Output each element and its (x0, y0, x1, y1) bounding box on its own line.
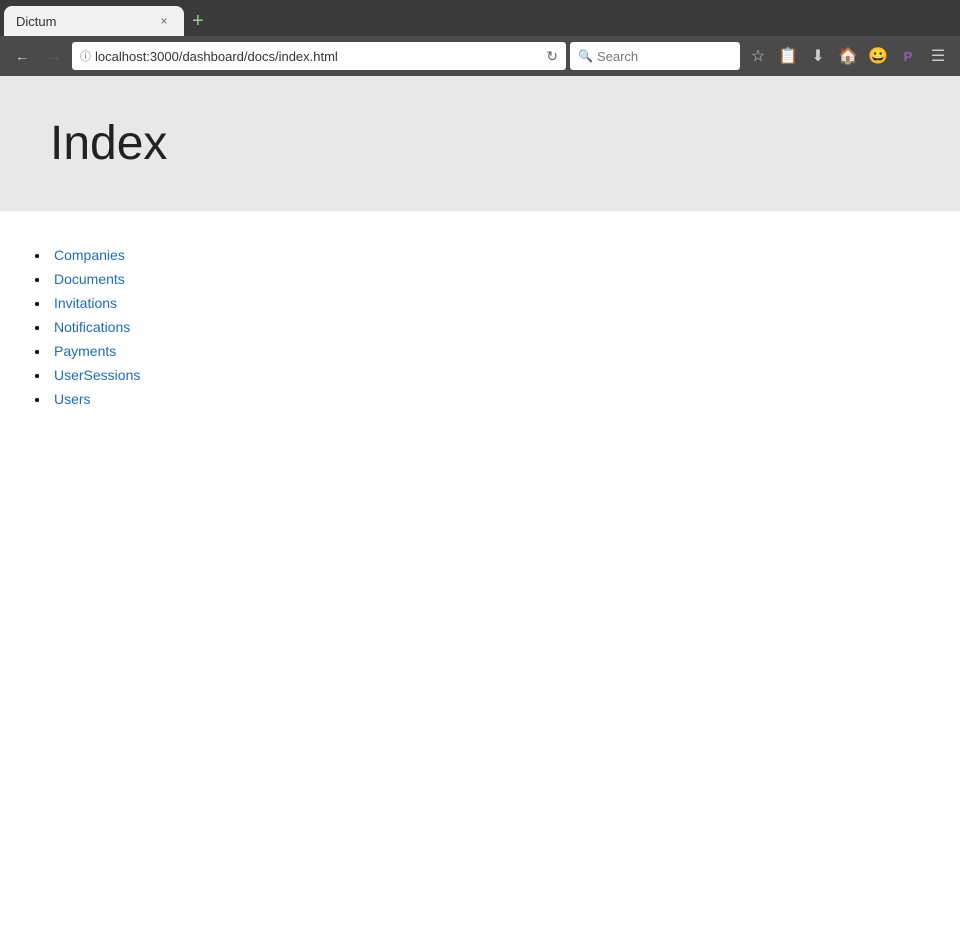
nav-link-documents[interactable]: Documents (54, 271, 125, 287)
hero-section: Index (0, 76, 960, 211)
toolbar-icons: ☆ 📋 ⬇ 🏠 😀 P ☰ (744, 42, 952, 70)
list-item: Companies (50, 247, 910, 265)
browser-chrome: Dictum × + ← → ⓘ ↻ 🔍 ☆ 📋 ⬇ 🏠 😀 P ☰ (0, 0, 960, 76)
search-input[interactable] (597, 49, 717, 64)
address-bar: ← → ⓘ ↻ 🔍 ☆ 📋 ⬇ 🏠 😀 P ☰ (0, 36, 960, 76)
nav-link-companies[interactable]: Companies (54, 247, 125, 263)
nav-link-invitations[interactable]: Invitations (54, 295, 117, 311)
back-button[interactable]: ← (8, 42, 36, 70)
download-icon[interactable]: ⬇ (804, 42, 832, 70)
list-item: Payments (50, 343, 910, 361)
menu-icon[interactable]: ☰ (924, 42, 952, 70)
list-item: UserSessions (50, 367, 910, 385)
bookmark-star-icon[interactable]: ☆ (744, 42, 772, 70)
search-box[interactable]: 🔍 (570, 42, 740, 70)
reload-icon[interactable]: ↻ (546, 48, 558, 65)
forward-button[interactable]: → (40, 42, 68, 70)
tab-title: Dictum (16, 14, 150, 29)
emoji-icon[interactable]: 😀 (864, 42, 892, 70)
home-icon[interactable]: 🏠 (834, 42, 862, 70)
url-bar[interactable]: ⓘ ↻ (72, 42, 566, 70)
list-item: Users (50, 391, 910, 409)
page-title: Index (50, 116, 910, 171)
lock-icon: ⓘ (80, 48, 91, 64)
list-item: Documents (50, 271, 910, 289)
pocket-icon[interactable]: P (894, 42, 922, 70)
list-item: Notifications (50, 319, 910, 337)
nav-link-notifications[interactable]: Notifications (54, 319, 130, 335)
page-content: Index Companies Documents Invitations Notif… (0, 76, 960, 950)
reader-icon[interactable]: 📋 (774, 42, 802, 70)
list-item: Invitations (50, 295, 910, 313)
active-tab[interactable]: Dictum × (4, 6, 184, 36)
tab-bar: Dictum × + (0, 0, 960, 36)
nav-link-usersessions[interactable]: UserSessions (54, 367, 140, 383)
search-icon: 🔍 (578, 49, 593, 63)
nav-link-payments[interactable]: Payments (54, 343, 116, 359)
nav-list: Companies Documents Invitations Notificatio… (0, 231, 960, 425)
tab-close-button[interactable]: × (156, 13, 172, 29)
nav-link-users[interactable]: Users (54, 391, 91, 407)
new-tab-button[interactable]: + (184, 10, 212, 33)
url-input[interactable] (95, 49, 542, 64)
